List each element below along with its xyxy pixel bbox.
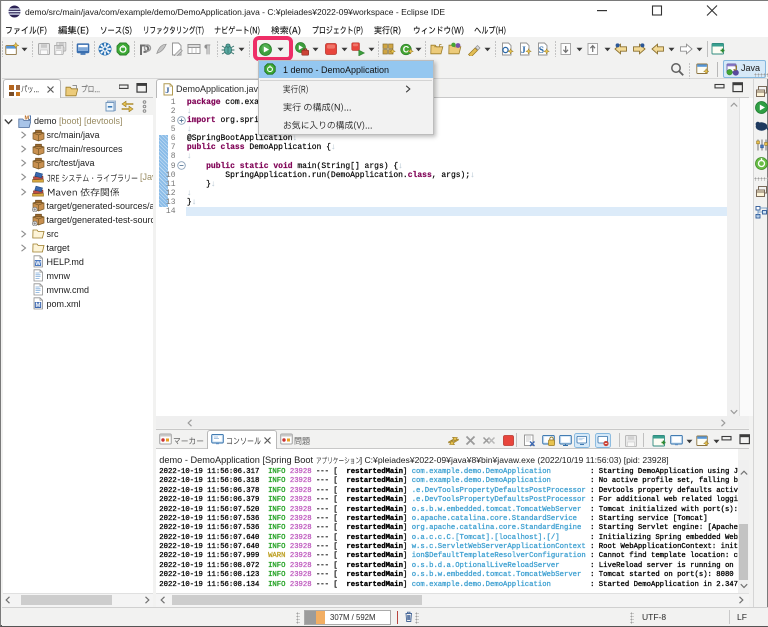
svg-text:S: S — [539, 46, 544, 56]
svg-text:J: J — [165, 85, 170, 95]
svg-text:J: J — [733, 63, 737, 72]
svg-text:M: M — [36, 304, 41, 310]
svg-text:W: W — [35, 261, 41, 267]
svg-text:C: C — [403, 45, 410, 55]
svg-text:J: J — [521, 46, 526, 56]
svg-text:J: J — [28, 115, 31, 122]
